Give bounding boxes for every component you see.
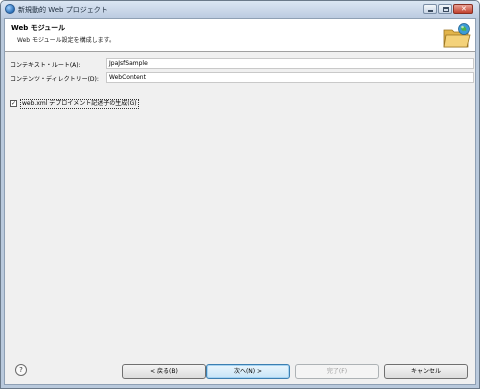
help-button[interactable]: ? bbox=[15, 364, 27, 376]
title-bar[interactable]: 新規動的 Web プロジェクト ✕ bbox=[1, 1, 479, 18]
context-root-row: コンテキスト・ルート(A): JpaJsfSample bbox=[10, 58, 474, 69]
content-directory-label: コンテンツ・ディレクトリー(D): bbox=[10, 76, 99, 83]
generate-webxml-label[interactable]: web.xml デプロイメント記述子の生成(G) bbox=[20, 99, 139, 109]
page-description: Web モジュール設定を構成します。 bbox=[17, 37, 115, 44]
wizard-banner: Web モジュール Web モジュール設定を構成します。 bbox=[5, 19, 475, 52]
maximize-button[interactable] bbox=[438, 4, 452, 14]
page-title: Web モジュール bbox=[11, 24, 66, 32]
web-project-folder-icon bbox=[443, 23, 471, 48]
wizard-client-area: Web モジュール Web モジュール設定を構成します。 コンテキスト・ルート(… bbox=[4, 18, 476, 385]
minimize-icon bbox=[428, 10, 433, 12]
finish-button[interactable]: 完了(F) bbox=[295, 364, 379, 379]
close-button[interactable]: ✕ bbox=[453, 4, 473, 14]
wizard-window: 新規動的 Web プロジェクト ✕ Web モジュール Web モジュール設定を… bbox=[0, 0, 480, 389]
close-icon: ✕ bbox=[461, 5, 467, 13]
content-directory-row: コンテンツ・ディレクトリー(D): WebContent bbox=[10, 72, 474, 83]
minimize-button[interactable] bbox=[423, 4, 437, 14]
context-root-input[interactable]: JpaJsfSample bbox=[106, 58, 474, 69]
maximize-icon bbox=[443, 7, 449, 12]
eclipse-app-icon bbox=[5, 4, 15, 14]
cancel-button[interactable]: キャンセル bbox=[384, 364, 468, 379]
next-button[interactable]: 次へ(N) > bbox=[206, 364, 290, 379]
back-button[interactable]: < 戻る(B) bbox=[122, 364, 206, 379]
content-directory-input[interactable]: WebContent bbox=[106, 72, 474, 83]
window-controls: ✕ bbox=[423, 4, 473, 14]
generate-webxml-checkbox[interactable]: ✓ bbox=[10, 100, 17, 107]
window-title: 新規動的 Web プロジェクト bbox=[18, 6, 108, 14]
checkmark-icon: ✓ bbox=[11, 100, 17, 107]
context-root-label: コンテキスト・ルート(A): bbox=[10, 62, 81, 69]
